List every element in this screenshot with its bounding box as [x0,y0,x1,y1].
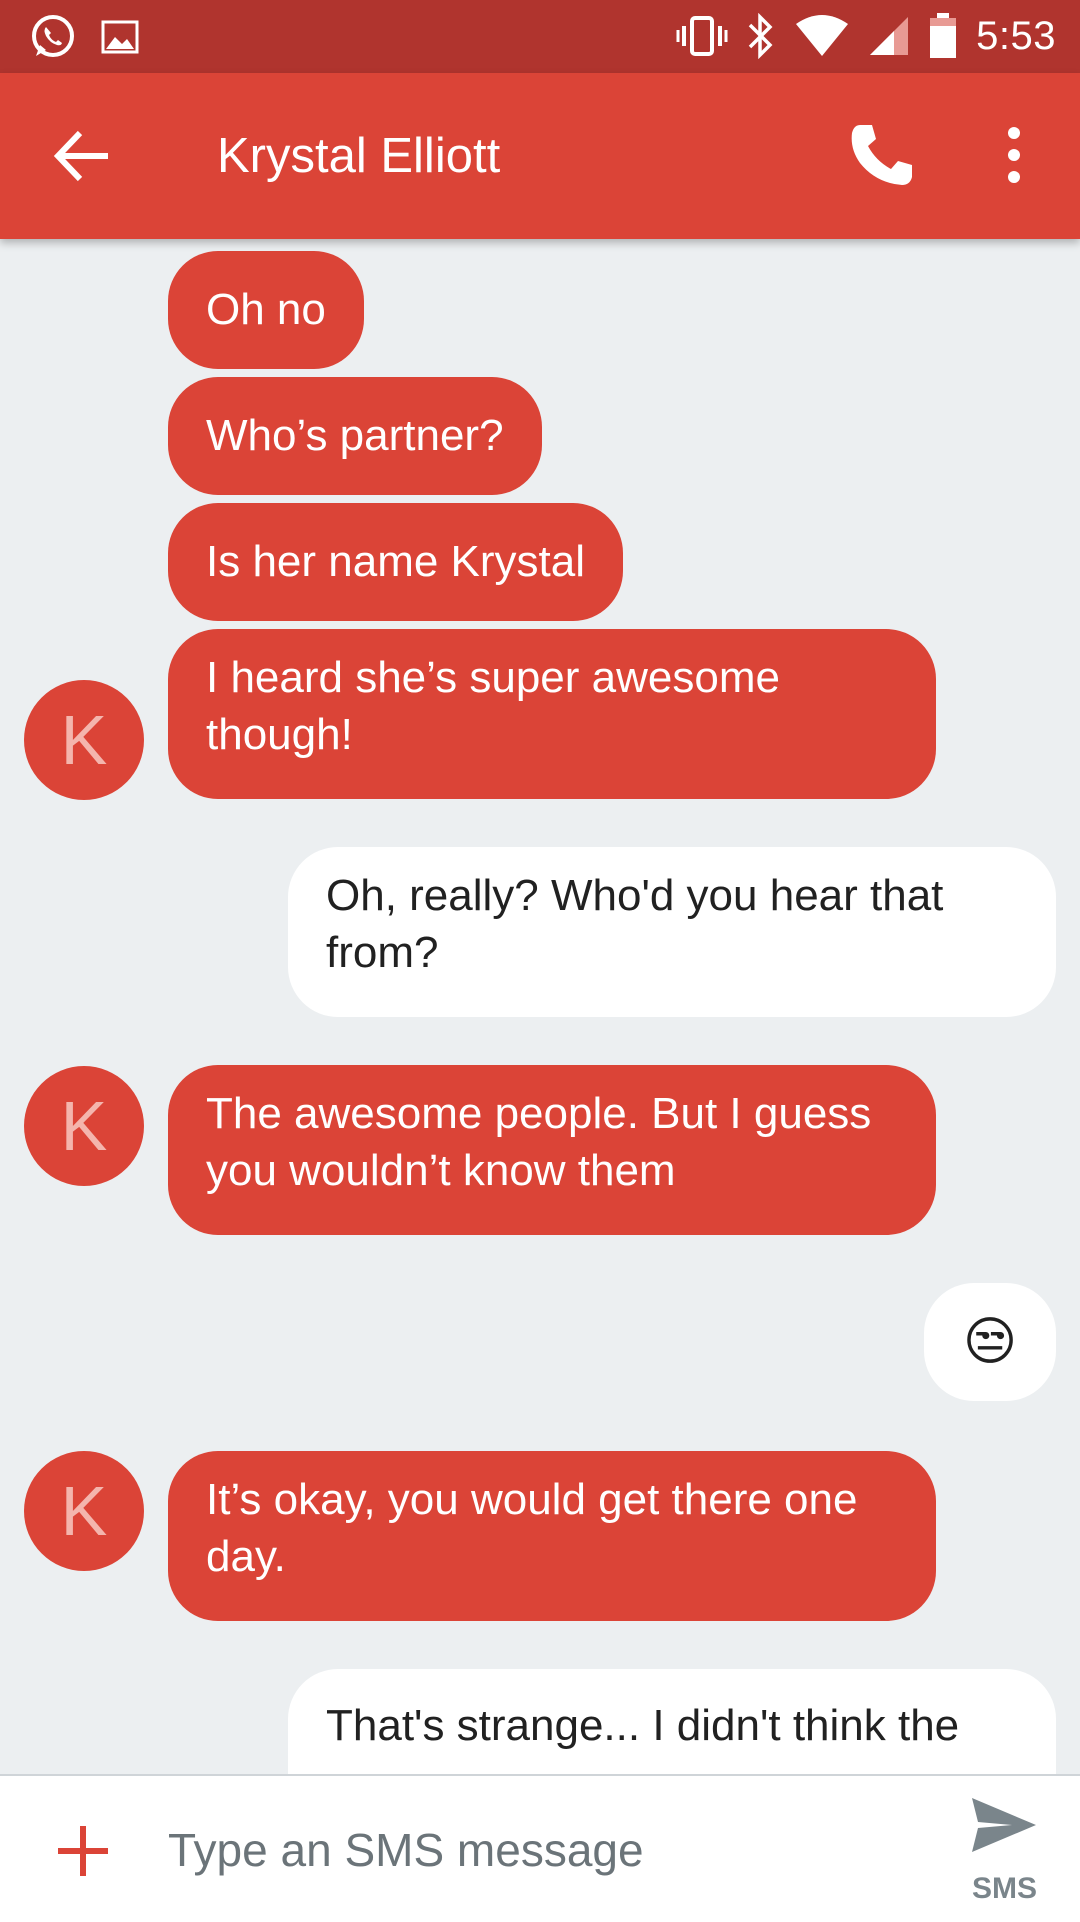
status-time: 5:53 [976,14,1056,58]
message-bubble[interactable]: Oh, really? Who'd you hear that from? [288,847,1056,1017]
app-bar: Krystal Elliott [0,73,1080,239]
message-bubble[interactable]: The awesome people. But I guess you woul… [168,1065,936,1235]
image-icon [101,20,139,54]
more-vert-icon[interactable] [990,119,1038,191]
cell-signal-icon [870,17,909,55]
message-bubble[interactable]: I heard she’s super awesome though! [168,629,936,799]
plus-icon[interactable] [54,1822,112,1880]
send-label: SMS [972,1872,1038,1905]
contact-avatar[interactable]: K [24,680,144,800]
contact-avatar[interactable]: K [24,1066,144,1186]
message-list[interactable]: Oh no Who’s partner? Is her name Krystal… [0,239,1080,1774]
battery-icon [930,13,957,58]
emoji-message-bubble[interactable]: 😒 [924,1283,1056,1401]
message-bubble[interactable]: It’s okay, you would get there one day. [168,1451,936,1621]
vibrate-icon [676,16,728,56]
wifi-icon [796,15,849,56]
message-bubble[interactable]: Who’s partner? [168,377,542,495]
status-bar: 5:53 [0,0,1080,73]
bluetooth-icon [748,13,773,59]
message-bubble[interactable]: Oh no [168,251,364,369]
message-bubble[interactable]: That's strange... I didn't think the [288,1669,1056,1774]
contact-avatar[interactable]: K [24,1451,144,1571]
arrow-back-icon[interactable] [48,121,118,191]
send-icon[interactable] [968,1794,1040,1856]
sms-message-input[interactable] [168,1804,908,1896]
message-bubble[interactable]: Is her name Krystal [168,503,624,621]
whatsapp-icon [32,15,74,57]
message-composer: SMS [0,1774,1080,1922]
phone-icon[interactable] [846,119,918,191]
conversation-title: Krystal Elliott [217,129,501,183]
